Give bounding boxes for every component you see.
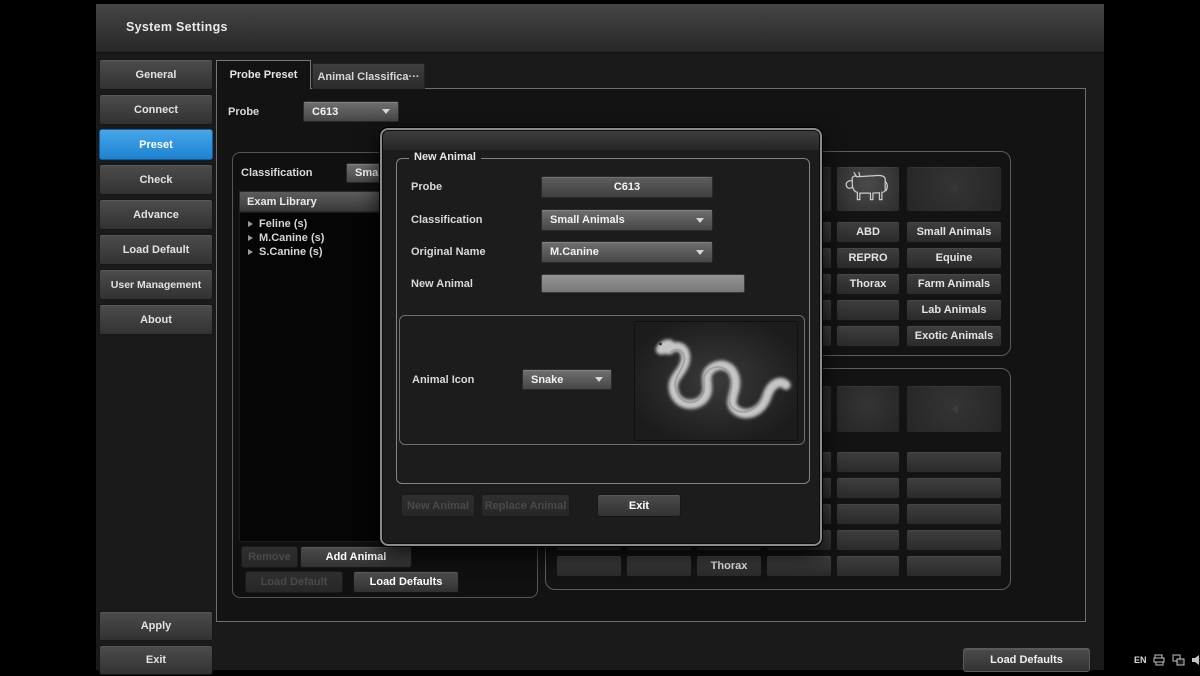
add-animal-button[interactable]: Add Animal <box>300 546 412 568</box>
dialog-new-animal-button[interactable]: New Animal <box>401 494 475 517</box>
animal-icon-button[interactable] <box>836 385 900 433</box>
fieldset-legend: New Animal <box>409 151 481 163</box>
dialog-probe-label: Probe <box>411 181 442 193</box>
dialog-classification-value: Small Animals <box>550 214 625 226</box>
preset-button-small-animals[interactable]: Small Animals <box>906 221 1002 243</box>
dialog-probe-value-text: C613 <box>614 181 640 193</box>
faint-arrow-icon <box>951 184 958 194</box>
preset-button[interactable] <box>906 555 1002 577</box>
dialog-classification-select[interactable]: Small Animals <box>541 209 713 231</box>
probe-select[interactable]: C613 <box>303 101 399 122</box>
status-tray: EN <box>1134 654 1200 666</box>
list-item-label: Feline (s) <box>259 218 307 230</box>
preset-button[interactable] <box>766 555 832 577</box>
classification-label: Classification <box>241 167 313 179</box>
cow-icon-button[interactable] <box>836 166 900 212</box>
snake-eye <box>659 343 662 346</box>
preset-button-thorax-2[interactable]: Thorax <box>696 555 762 577</box>
animal-icon-select[interactable]: Snake <box>522 369 612 390</box>
preset-button[interactable] <box>906 503 1002 525</box>
preset-button-lab-animals[interactable]: Lab Animals <box>906 299 1002 321</box>
preset-button[interactable] <box>836 477 900 499</box>
new-animal-fieldset: New Animal Probe C613 Classification Sma… <box>396 158 810 484</box>
load-defaults-button[interactable]: Load Defaults <box>353 571 459 593</box>
probe-select-value: C613 <box>312 106 338 118</box>
apply-button[interactable]: Apply <box>99 611 213 641</box>
animal-icon-group: Animal Icon Snake <box>399 315 805 445</box>
dialog-original-name-select[interactable]: M.Canine <box>541 241 713 263</box>
animal-icon-label: Animal Icon <box>412 374 474 386</box>
new-animal-input[interactable] <box>541 274 745 293</box>
preset-button[interactable] <box>836 451 900 473</box>
titlebar: System Settings <box>96 4 1104 53</box>
app-window: System Settings General Connect Preset C… <box>96 4 1104 670</box>
list-item-label: S.Canine (s) <box>259 246 323 258</box>
exit-button[interactable]: Exit <box>99 645 213 675</box>
preset-button[interactable] <box>906 477 1002 499</box>
sidebar-item-preset[interactable]: Preset <box>99 129 213 160</box>
animal-icon-button[interactable] <box>906 385 1002 433</box>
new-animal-dialog: New Animal Probe C613 Classification Sma… <box>380 128 822 546</box>
preset-button-farm-animals[interactable]: Farm Animals <box>906 273 1002 295</box>
load-default-button[interactable]: Load Default <box>245 571 343 593</box>
network-icon <box>1172 654 1185 666</box>
printer-icon <box>1153 654 1166 666</box>
preset-button[interactable] <box>836 555 900 577</box>
sidebar-item-general[interactable]: General <box>99 59 213 90</box>
chevron-down-icon <box>595 377 603 382</box>
animal-icon-button[interactable] <box>906 166 1002 212</box>
preset-button-abd[interactable]: ABD <box>836 221 900 243</box>
preset-button[interactable] <box>836 529 900 551</box>
preset-button-repro[interactable]: REPRO <box>836 247 900 269</box>
window-title: System Settings <box>126 20 228 34</box>
dialog-titlebar[interactable] <box>383 131 819 150</box>
preset-button[interactable] <box>836 325 900 347</box>
probe-label: Probe <box>228 106 259 118</box>
sidebar-item-check[interactable]: Check <box>99 164 213 195</box>
sidebar-item-user-management[interactable]: User Management <box>99 269 213 300</box>
preset-button[interactable] <box>556 555 622 577</box>
preset-button[interactable] <box>626 555 692 577</box>
preset-button[interactable] <box>836 503 900 525</box>
exam-library-title: Exam Library <box>247 196 317 208</box>
preset-button-equine[interactable]: Equine <box>906 247 1002 269</box>
preset-button[interactable] <box>906 451 1002 473</box>
chevron-down-icon <box>382 109 390 114</box>
remove-button[interactable]: Remove <box>241 546 298 568</box>
speaker-mute-icon <box>1191 654 1200 666</box>
language-indicator: EN <box>1134 655 1147 665</box>
animal-icon-value: Snake <box>531 374 563 386</box>
sidebar-item-load-default[interactable]: Load Default <box>99 234 213 265</box>
faint-arrow-icon <box>951 404 958 414</box>
sidebar-item-advance[interactable]: Advance <box>99 199 213 230</box>
dialog-classification-label: Classification <box>411 214 483 226</box>
expand-arrow-icon[interactable] <box>248 249 253 255</box>
preset-button-exotic-animals[interactable]: Exotic Animals <box>906 325 1002 347</box>
snake-icon <box>635 322 795 438</box>
dialog-original-name-value: M.Canine <box>550 246 599 258</box>
expand-arrow-icon[interactable] <box>248 235 253 241</box>
preset-button-thorax[interactable]: Thorax <box>836 273 900 295</box>
dialog-exit-button[interactable]: Exit <box>597 494 681 517</box>
list-item-label: M.Canine (s) <box>259 232 324 244</box>
chevron-down-icon <box>696 250 704 255</box>
dialog-replace-animal-button[interactable]: Replace Animal <box>481 494 570 517</box>
sidebar-item-connect[interactable]: Connect <box>99 94 213 125</box>
footer-load-defaults-button[interactable]: Load Defaults <box>963 648 1090 672</box>
preset-button[interactable] <box>836 299 900 321</box>
preset-button[interactable] <box>906 529 1002 551</box>
chevron-down-icon <box>696 218 704 223</box>
animal-icon-preview <box>634 321 798 441</box>
tab-probe-preset[interactable]: Probe Preset <box>216 60 311 89</box>
dialog-probe-value: C613 <box>541 176 713 198</box>
dialog-original-name-label: Original Name <box>411 246 486 258</box>
tab-animal-classification[interactable]: Animal Classifica··· <box>312 63 425 89</box>
dialog-new-animal-label: New Animal <box>411 278 473 290</box>
cow-icon <box>841 170 895 208</box>
sidebar-item-about[interactable]: About <box>99 304 213 335</box>
expand-arrow-icon[interactable] <box>248 221 253 227</box>
